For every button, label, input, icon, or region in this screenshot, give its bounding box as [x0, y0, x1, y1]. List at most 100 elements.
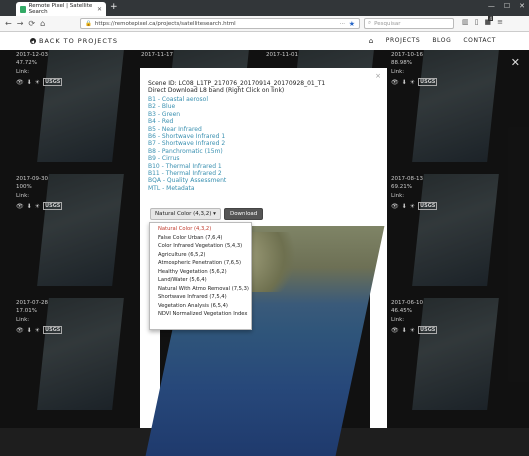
- home-browser-icon[interactable]: ⌂: [40, 19, 45, 28]
- menu-icon[interactable]: ≡: [497, 18, 503, 26]
- address-bar[interactable]: 🔒 https://remotepixel.ca/projects/satell…: [80, 18, 360, 29]
- combo-option[interactable]: Shortwave Infrared (7,5,4): [150, 293, 251, 302]
- search-placeholder: Pesquisar: [374, 20, 401, 27]
- usgs-logo[interactable]: USGS: [43, 326, 63, 334]
- close-tab-icon[interactable]: ✕: [97, 6, 102, 13]
- usgs-logo[interactable]: USGS: [418, 202, 438, 210]
- band-link[interactable]: B10 - Thermal Infrared 1: [148, 163, 226, 170]
- home-icon[interactable]: ⌂: [369, 37, 374, 45]
- band-link[interactable]: B8 - Panchromatic (15m): [148, 148, 226, 155]
- card-link-label: Link:: [16, 193, 30, 199]
- band-link[interactable]: B11 - Thermal Infrared 2: [148, 170, 226, 177]
- sun-icon[interactable]: ☀: [35, 79, 40, 86]
- favicon-icon: [20, 5, 26, 13]
- combo-option[interactable]: Land/Water (5,6,4): [150, 276, 251, 285]
- action-buttons: Natural Color (4,3,2) ▾ Download: [150, 208, 264, 220]
- extension-badge: 4: [488, 16, 494, 21]
- band-link[interactable]: MTL - Metadata: [148, 185, 226, 192]
- usgs-logo[interactable]: USGS: [43, 78, 63, 86]
- browser-toolbar: ← → ⟳ ⌂ 🔒 https://remotepixel.ca/project…: [0, 16, 529, 32]
- usgs-logo[interactable]: USGS: [418, 326, 438, 334]
- library-icon[interactable]: ▥: [462, 18, 469, 26]
- download-icon[interactable]: ⬇: [27, 203, 32, 210]
- card-icons: 👁 ⬇ ☀ USGS: [16, 326, 63, 334]
- close-overlay-icon[interactable]: ✕: [511, 56, 520, 69]
- band-link[interactable]: B4 - Red: [148, 118, 226, 125]
- band-link[interactable]: B3 - Green: [148, 111, 226, 118]
- band-link[interactable]: B7 - Shortwave Infrared 2: [148, 140, 226, 147]
- combo-option[interactable]: Natural Color (4,3,2): [150, 225, 251, 234]
- band-combo-menu: Natural Color (4,3,2) False Color Urban …: [149, 222, 252, 330]
- sun-icon[interactable]: ☀: [35, 327, 40, 334]
- sun-icon[interactable]: ☀: [410, 79, 415, 86]
- eye-icon[interactable]: 👁: [391, 79, 399, 86]
- back-to-projects-link[interactable]: ◀ BACK TO PROJECTS: [30, 37, 118, 45]
- browser-tab[interactable]: Remote Pixel | Satellite Search ✕: [16, 2, 106, 16]
- usgs-logo[interactable]: USGS: [418, 78, 438, 86]
- forward-arrow-icon[interactable]: →: [17, 19, 24, 28]
- band-combo-dropdown-button[interactable]: Natural Color (4,3,2) ▾: [150, 208, 221, 220]
- arrow-circle-icon: ◀: [30, 38, 36, 44]
- page-actions-icon[interactable]: ···: [340, 21, 345, 27]
- card-link-label: Link:: [16, 317, 30, 323]
- combo-option[interactable]: False Color Urban (7,6,4): [150, 234, 251, 243]
- sun-icon[interactable]: ☀: [410, 203, 415, 210]
- reload-icon[interactable]: ⟳: [28, 19, 35, 28]
- search-input[interactable]: ⌕ Pesquisar: [364, 18, 454, 29]
- combo-option[interactable]: Natural With Atmo Removal (7,5,3): [150, 285, 251, 294]
- direct-download-label: Direct Download L8 band (Right Click on …: [148, 87, 285, 94]
- back-arrow-icon[interactable]: ←: [5, 19, 12, 28]
- card-date: 2017-07-28: [16, 300, 48, 306]
- eye-icon[interactable]: 👁: [391, 327, 399, 334]
- download-button[interactable]: Download: [223, 208, 264, 220]
- sun-icon[interactable]: ☀: [35, 203, 40, 210]
- browser-tab-bar: Remote Pixel | Satellite Search ✕ + — ☐ …: [0, 0, 529, 16]
- usgs-logo[interactable]: USGS: [43, 202, 63, 210]
- eye-icon[interactable]: 👁: [391, 203, 399, 210]
- cloud-cover: 17.01%: [16, 308, 37, 314]
- combo-option[interactable]: Color Infrared Vegetation (5,4,3): [150, 242, 251, 251]
- bookmark-star-icon[interactable]: ★: [349, 20, 355, 28]
- extension-icon[interactable]: ■ 4: [484, 16, 494, 26]
- minimize-icon[interactable]: —: [488, 2, 495, 10]
- new-tab-icon[interactable]: +: [110, 2, 118, 12]
- card-link-label: Link:: [391, 69, 405, 75]
- card-date: 2017-12-03: [16, 52, 48, 58]
- cloud-cover: 100%: [16, 184, 32, 190]
- band-link[interactable]: B2 - Blue: [148, 103, 226, 110]
- band-link[interactable]: BQA - Quality Assessment: [148, 177, 226, 184]
- eye-icon[interactable]: 👁: [16, 203, 24, 210]
- combo-option[interactable]: Atmospheric Penetration (7,6,5): [150, 259, 251, 268]
- combo-option[interactable]: NDVI Normalized Vegetation Index: [150, 310, 251, 319]
- card-icons: 👁 ⬇ ☀ USGS: [391, 326, 438, 334]
- combo-option[interactable]: Vegetation Analysis (6,5,4): [150, 302, 251, 311]
- band-link[interactable]: B1 - Coastal aerosol: [148, 96, 226, 103]
- sun-icon[interactable]: ☀: [410, 327, 415, 334]
- card-date: 2017-08-13: [391, 176, 423, 182]
- card-icons: 👁 ⬇ ☀ USGS: [391, 202, 438, 210]
- close-window-icon[interactable]: ✕: [519, 2, 525, 10]
- nav-blog[interactable]: BLOG: [432, 37, 451, 45]
- download-icon[interactable]: ⬇: [27, 327, 32, 334]
- sidebar-icon[interactable]: ▯: [475, 18, 479, 26]
- maximize-icon[interactable]: ☐: [504, 2, 510, 10]
- nav-contact[interactable]: CONTACT: [463, 37, 496, 45]
- band-link[interactable]: B6 - Shortwave Infrared 1: [148, 133, 226, 140]
- eye-icon[interactable]: 👁: [16, 79, 24, 86]
- card-link-label: Link:: [391, 193, 405, 199]
- band-link[interactable]: B5 - Near Infrared: [148, 126, 226, 133]
- card-date: 2017-06-10: [391, 300, 423, 306]
- nav-projects[interactable]: PROJECTS: [386, 37, 421, 45]
- close-icon[interactable]: ×: [375, 72, 381, 80]
- download-icon[interactable]: ⬇: [402, 203, 407, 210]
- download-icon[interactable]: ⬇: [27, 79, 32, 86]
- band-link[interactable]: B9 - Cirrus: [148, 155, 226, 162]
- cloud-cover: 69.21%: [391, 184, 412, 190]
- card-icons: 👁 ⬇ ☀ USGS: [16, 202, 63, 210]
- card-date: 2017-11-17: [141, 52, 173, 58]
- eye-icon[interactable]: 👁: [16, 327, 24, 334]
- download-icon[interactable]: ⬇: [402, 327, 407, 334]
- download-icon[interactable]: ⬇: [402, 79, 407, 86]
- combo-option[interactable]: Agriculture (6,5,2): [150, 251, 251, 260]
- combo-option[interactable]: Healthy Vegetation (5,6,2): [150, 268, 251, 277]
